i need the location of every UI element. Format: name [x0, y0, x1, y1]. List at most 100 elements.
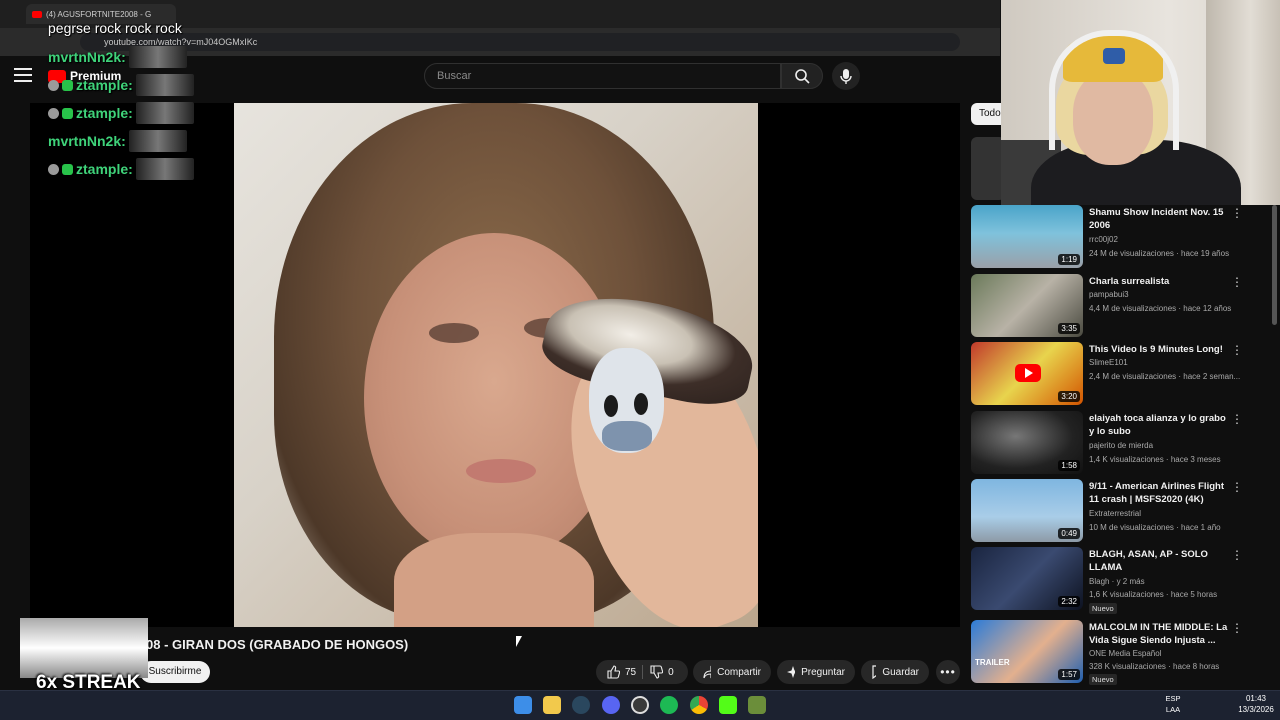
duration-badge: 1:58: [1058, 460, 1080, 471]
chrome-icon[interactable]: [690, 696, 708, 714]
duration-badge: 0:49: [1058, 528, 1080, 539]
user-badge-icon: [48, 79, 59, 91]
chat-message: pegrse rock rock rock: [48, 20, 182, 36]
discord-icon[interactable]: [602, 696, 620, 714]
channel-name[interactable]: Blagh · y 2 más: [1089, 577, 1145, 586]
more-horizontal-icon: •••: [940, 665, 956, 679]
video-meta: 328 K visualizaciones · hace 8 horas: [1089, 662, 1220, 671]
system-clock[interactable]: 01:43 13/3/2026: [1236, 693, 1276, 715]
search-button[interactable]: [781, 63, 823, 89]
search-input[interactable]: Buscar: [424, 63, 781, 89]
chat-emote: [135, 74, 194, 96]
recommendation-title[interactable]: 9/11 - American Airlines Flight 11 crash…: [1089, 480, 1229, 506]
ask-button[interactable]: Preguntar: [777, 660, 855, 684]
like-button[interactable]: 75: [606, 665, 636, 679]
kick-icon[interactable]: [719, 696, 737, 714]
recommendation-item[interactable]: 3:20 This Video Is 9 Minutes Long! Slime…: [971, 342, 1251, 406]
more-vertical-icon[interactable]: ⋮: [1231, 549, 1243, 561]
microphone-icon: [840, 69, 852, 84]
recommendation-item[interactable]: TRAILER 1:57 MALCOLM IN THE MIDDLE: La V…: [971, 620, 1251, 685]
sparkle-icon: [787, 666, 796, 678]
hamburger-menu-icon[interactable]: [14, 68, 32, 82]
video-thumbnail[interactable]: 3:35: [971, 274, 1083, 337]
save-button[interactable]: Guardar: [861, 660, 929, 684]
recommendation-item[interactable]: 2:32 BLAGH, ASAN, AP - SOLO LLAMA Blagh …: [971, 547, 1251, 614]
video-thumbnail[interactable]: 0:49: [971, 479, 1083, 542]
like-dislike-group: 75 0: [596, 660, 688, 684]
youtube-favicon-icon: [32, 10, 42, 18]
duration-badge: 1:57: [1058, 669, 1080, 680]
video-meta: 2,4 M de visualizaciones · hace 2 seman.…: [1089, 372, 1241, 381]
more-vertical-icon[interactable]: ⋮: [1231, 622, 1243, 634]
more-vertical-icon[interactable]: ⋮: [1231, 276, 1243, 288]
chat-emote: [135, 102, 194, 124]
subscribe-button[interactable]: Suscribirme: [140, 661, 210, 683]
subscriber-badge-icon: [62, 79, 73, 91]
video-thumbnail[interactable]: TRAILER 1:57: [971, 620, 1083, 683]
subscriber-badge-icon: [62, 107, 73, 119]
file-explorer-icon[interactable]: [543, 696, 561, 714]
channel-name[interactable]: pajerito de mierda: [1089, 441, 1153, 450]
more-actions-button[interactable]: •••: [936, 660, 960, 684]
partial-thumbnail[interactable]: [971, 137, 1005, 200]
video-thumbnail[interactable]: 1:58: [971, 411, 1083, 474]
keyboard-language[interactable]: ESP LAA: [1158, 693, 1188, 715]
mouse-cursor: [516, 636, 522, 647]
tab-title: (4) AGUSFORTNITE2008 - G: [46, 9, 152, 19]
chat-line: mvrtnNn2k:: [48, 130, 187, 152]
video-thumbnail[interactable]: 2:32: [971, 547, 1083, 610]
dislike-button[interactable]: 0: [649, 665, 674, 679]
windows-start-icon[interactable]: [514, 696, 532, 714]
video-meta: 1,4 K visualizaciones · hace 3 meses: [1089, 455, 1221, 464]
chat-line: ztample:: [48, 74, 194, 96]
recommendation-item[interactable]: 3:35 Charla surrealista pampabui3 4,4 M …: [971, 274, 1251, 338]
channel-name[interactable]: pampabui3: [1089, 290, 1129, 299]
chat-line: ztample:: [48, 102, 194, 124]
chat-username: mvrtnNn2k:: [48, 49, 126, 65]
duration-badge: 3:35: [1058, 323, 1080, 334]
minecraft-icon[interactable]: [748, 696, 766, 714]
recommendation-title[interactable]: MALCOLM IN THE MIDDLE: La Vida Sigue Sie…: [1089, 621, 1229, 647]
obs-icon[interactable]: [631, 696, 649, 714]
sidebar-scrollbar[interactable]: [1272, 205, 1277, 325]
user-badge-icon: [48, 163, 59, 175]
video-thumbnail[interactable]: 1:19: [971, 205, 1083, 268]
channel-name[interactable]: SlimeE101: [1089, 358, 1128, 367]
channel-name[interactable]: ONE Media Español: [1089, 649, 1161, 658]
new-badge: Nuevo: [1089, 674, 1117, 685]
recommendation-item[interactable]: 1:19 Shamu Show Incident Nov. 15 2006 rr…: [971, 205, 1251, 269]
recommendation-title[interactable]: Charla surrealista: [1089, 275, 1229, 288]
channel-name[interactable]: Extraterrestrial: [1089, 509, 1141, 518]
trailer-label: TRAILER: [975, 658, 1010, 667]
recommendation-title[interactable]: BLAGH, ASAN, AP - SOLO LLAMA: [1089, 548, 1229, 574]
video-thumbnail[interactable]: 3:20: [971, 342, 1083, 405]
dislike-count: 0: [668, 666, 674, 678]
more-vertical-icon[interactable]: ⋮: [1231, 413, 1243, 425]
more-vertical-icon[interactable]: ⋮: [1231, 207, 1243, 219]
recommendation-title[interactable]: Shamu Show Incident Nov. 15 2006: [1089, 206, 1229, 232]
save-label: Guardar: [882, 666, 919, 678]
more-vertical-icon[interactable]: ⋮: [1231, 344, 1243, 356]
video-title: 08 - GIRAN DOS (GRABADO DE HONGOS): [146, 637, 409, 652]
recommendation-item[interactable]: 1:58 elaiyah toca alianza y lo grabo y l…: [971, 411, 1251, 475]
share-label: Compartir: [717, 666, 761, 678]
bookmark-icon: [872, 665, 877, 679]
streak-image: [20, 618, 148, 678]
clock-time: 01:43: [1245, 694, 1267, 703]
recommendation-title[interactable]: elaiyah toca alianza y lo grabo y lo sub…: [1089, 412, 1229, 438]
steam-icon[interactable]: [572, 696, 590, 714]
address-bar[interactable]: youtube.com/watch?v=mJ04OGMxIKc: [80, 33, 960, 51]
share-button[interactable]: Compartir: [693, 660, 771, 684]
language-code: ESP: [1165, 694, 1181, 703]
chat-line: ztample:: [48, 158, 194, 180]
voice-search-button[interactable]: [832, 62, 860, 90]
recommendation-item[interactable]: 0:49 9/11 - American Airlines Flight 11 …: [971, 479, 1251, 543]
chat-username: ztample:: [76, 161, 133, 177]
video-meta: 1,6 K visualizaciones · hace 5 horas: [1089, 590, 1218, 599]
recommendation-title[interactable]: This Video Is 9 Minutes Long!: [1089, 343, 1229, 356]
more-vertical-icon[interactable]: ⋮: [1231, 481, 1243, 493]
channel-name[interactable]: rrc00j02: [1089, 235, 1118, 244]
spotify-icon[interactable]: [660, 696, 678, 714]
video-frame[interactable]: [234, 103, 758, 627]
webcam-overlay: [1001, 0, 1280, 205]
